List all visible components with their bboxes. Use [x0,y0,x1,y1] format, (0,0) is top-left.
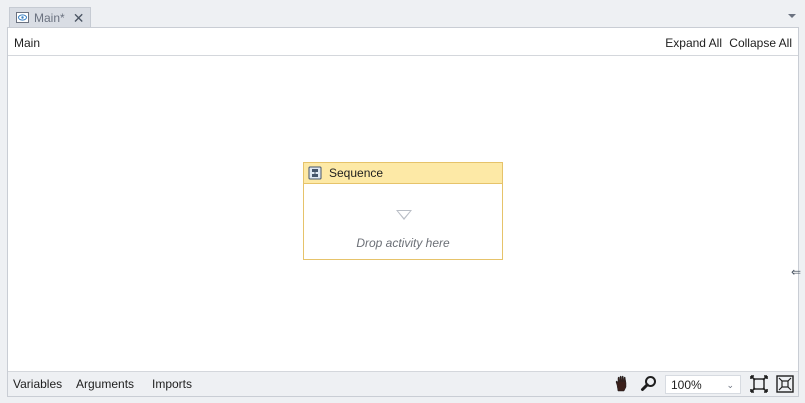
sequence-activity[interactable]: Sequence Drop activity here [303,162,503,260]
side-panel-arrow-icon[interactable]: ⇐ [791,266,801,278]
expand-all-button[interactable]: Expand All [665,36,722,50]
workflow-designer: Main Expand All Collapse All Sequence Dr… [7,27,801,397]
zoom-magnifier-icon[interactable] [640,375,658,393]
variables-tab[interactable]: Variables [13,377,62,391]
sequence-title: Sequence [329,166,384,180]
breadcrumb[interactable]: Main [14,36,40,50]
designer-header: Main Expand All Collapse All [8,28,798,56]
collapse-all-button[interactable]: Collapse All [729,36,792,50]
chevron-down-icon: ⌄ [726,380,734,390]
close-icon[interactable]: ✕ [73,11,85,25]
workflow-icon [16,12,29,23]
imports-tab[interactable]: Imports [152,377,192,391]
document-tabstrip: Main* ✕ [0,0,805,27]
zoom-level-select[interactable]: 100% ⌄ [665,375,741,394]
drop-activity-placeholder[interactable]: Drop activity here [304,236,502,250]
tab-list-dropdown-icon[interactable] [788,14,796,18]
zoom-level-value: 100% [671,377,702,392]
pan-hand-icon[interactable] [613,375,631,393]
drop-target-arrow-icon [396,210,412,220]
sequence-header[interactable]: Sequence [304,163,502,184]
fit-to-screen-icon[interactable] [750,375,768,393]
sequence-icon [308,166,322,180]
overview-icon[interactable] [776,375,794,393]
tab-label: Main* [34,10,65,25]
arguments-tab[interactable]: Arguments [76,377,134,391]
designer-canvas[interactable]: Sequence Drop activity here ⇐ [8,57,801,371]
tab-main[interactable]: Main* ✕ [9,7,91,27]
designer-footer: Variables Arguments Imports 100% ⌄ [8,371,798,396]
